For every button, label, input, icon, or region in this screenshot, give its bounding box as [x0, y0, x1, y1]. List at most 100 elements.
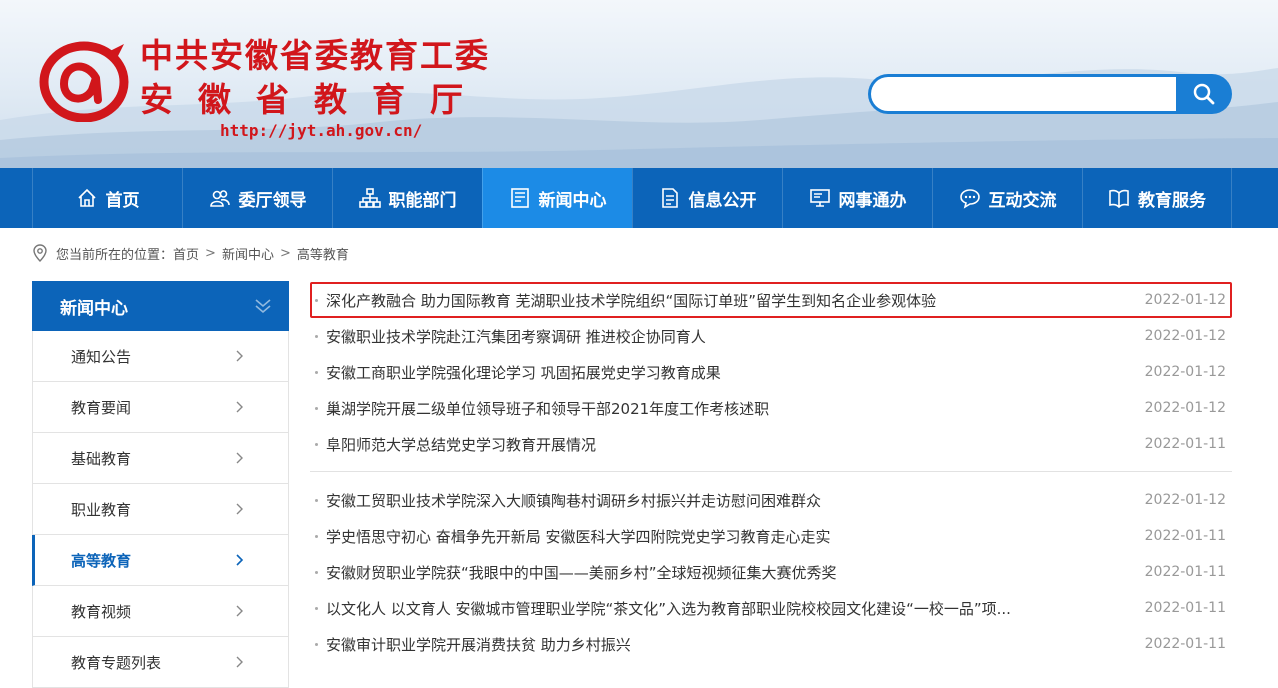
bullet [315, 606, 318, 610]
news-title[interactable]: 深化产教融合 助力国际教育 芜湖职业技术学院组织“国际订单班”留学生到知名企业参… [326, 290, 936, 311]
chevron-right-icon [236, 350, 243, 362]
sidebar-item-label: 通知公告 [71, 347, 132, 366]
sidebar-item-vocational-edu[interactable]: 职业教育 [32, 484, 289, 535]
sidebar-item-label: 高等教育 [71, 551, 132, 570]
list-item[interactable]: 安徽审计职业学院开展消费扶贫 助力乡村振兴 2022-01-11 [310, 626, 1232, 662]
sidebar-item-basic-edu[interactable]: 基础教育 [32, 433, 289, 484]
site-title-line2: 安徽省教育厅 [140, 80, 488, 119]
sidebar-item-label: 教育专题列表 [71, 653, 162, 672]
document-icon [661, 188, 678, 208]
nav-item-edu-service[interactable]: 教育服务 [1082, 168, 1232, 228]
sidebar-item-label: 职业教育 [71, 500, 132, 519]
location-pin-icon [33, 244, 47, 262]
breadcrumb-home[interactable]: 首页 [173, 244, 199, 263]
breadcrumb-news[interactable]: 新闻中心 [222, 244, 274, 263]
bullet [315, 642, 318, 646]
search-box [868, 74, 1232, 114]
chevron-right-icon [236, 656, 243, 668]
news-title[interactable]: 以文化人 以文育人 安徽城市管理职业学院“茶文化”入选为教育部职业院校校园文化建… [326, 598, 1011, 619]
site-header: 中共安徽省委教育工委 安徽省教育厅 http://jyt.ah.gov.cn/ [0, 0, 1278, 168]
sidebar-item-label: 教育视频 [71, 602, 132, 621]
list-item[interactable]: 深化产教融合 助力国际教育 芜湖职业技术学院组织“国际订单班”留学生到知名企业参… [310, 282, 1232, 318]
news-title[interactable]: 安徽职业技术学院赴江汽集团考察调研 推进校企协同育人 [326, 326, 706, 347]
list-divider [310, 471, 1232, 472]
news-date: 2022-01-12 [1144, 400, 1226, 416]
site-title-line1: 中共安徽省委教育工委 [140, 36, 490, 75]
news-date: 2022-01-12 [1144, 492, 1226, 508]
sidebar-item-label: 基础教育 [71, 449, 132, 468]
sidebar-item-edu-video[interactable]: 教育视频 [32, 586, 289, 637]
breadcrumb-current[interactable]: 高等教育 [297, 244, 349, 263]
list-item[interactable]: 安徽工贸职业技术学院深入大顺镇陶巷村调研乡村振兴并走访慰问困难群众 2022-0… [310, 482, 1232, 518]
news-title[interactable]: 安徽审计职业学院开展消费扶贫 助力乡村振兴 [326, 634, 631, 655]
nav-label: 职能部门 [388, 190, 457, 211]
list-item[interactable]: 安徽职业技术学院赴江汽集团考察调研 推进校企协同育人 2022-01-12 [310, 318, 1232, 354]
news-date: 2022-01-12 [1144, 292, 1226, 308]
news-icon [510, 188, 529, 208]
chat-icon [959, 189, 980, 209]
double-chevron-down-icon [255, 299, 271, 314]
search-button[interactable] [1176, 74, 1232, 114]
bullet [315, 534, 318, 538]
news-title[interactable]: 安徽工商职业学院强化理论学习 巩固拓展党史学习教育成果 [326, 362, 721, 383]
org-chart-icon [358, 188, 381, 208]
sidebar-item-notices[interactable]: 通知公告 [32, 331, 289, 382]
main-nav: 首页 委厅领导 职能部门 新闻中心 信息公开 网事通办 互动交流 教育服务 [0, 168, 1278, 228]
site-url: http://jyt.ah.gov.cn/ [220, 121, 423, 140]
breadcrumb-prefix: 您当前所在的位置： [56, 247, 174, 263]
sidebar-item-higher-edu[interactable]: 高等教育 [32, 535, 289, 586]
nav-item-home[interactable]: 首页 [32, 168, 182, 228]
news-title[interactable]: 巢湖学院开展二级单位领导班子和领导干部2021年度工作考核述职 [326, 398, 769, 419]
list-item[interactable]: 学史悟思守初心 奋楫争先开新局 安徽医科大学四附院党史学习教育走心走实 2022… [310, 518, 1232, 554]
bullet [315, 298, 318, 302]
news-title[interactable]: 安徽财贸职业学院获“我眼中的中国——美丽乡村”全球短视频征集大赛优秀奖 [326, 562, 837, 583]
chevron-right-icon [236, 605, 243, 617]
users-icon [209, 190, 230, 207]
chevron-right-icon [236, 401, 243, 413]
nav-label: 首页 [105, 190, 140, 211]
nav-label: 新闻中心 [538, 190, 607, 211]
nav-label: 互动交流 [988, 190, 1057, 211]
bullet [315, 334, 318, 338]
book-icon [1109, 189, 1129, 209]
nav-item-info[interactable]: 信息公开 [632, 168, 782, 228]
nav-item-leaders[interactable]: 委厅领导 [182, 168, 332, 228]
breadcrumb-separator: > [279, 245, 291, 261]
news-title[interactable]: 学史悟思守初心 奋楫争先开新局 安徽医科大学四附院党史学习教育走心走实 [326, 526, 831, 547]
news-date: 2022-01-11 [1144, 436, 1226, 452]
list-item[interactable]: 阜阳师范大学总结党史学习教育开展情况 2022-01-11 [310, 426, 1232, 462]
nav-item-online-service[interactable]: 网事通办 [782, 168, 932, 228]
news-date: 2022-01-11 [1144, 564, 1226, 580]
bullet [315, 570, 318, 574]
chevron-right-icon [236, 503, 243, 515]
nav-label: 信息公开 [688, 190, 757, 211]
news-date: 2022-01-11 [1144, 528, 1226, 544]
search-icon [1193, 83, 1215, 105]
nav-item-departments[interactable]: 职能部门 [332, 168, 482, 228]
chevron-right-icon [236, 452, 243, 464]
bullet [315, 406, 318, 410]
breadcrumb-separator: > [205, 245, 216, 261]
home-icon [77, 188, 96, 207]
sidebar-item-edu-news[interactable]: 教育要闻 [32, 382, 289, 433]
sidebar-heading-label: 新闻中心 [60, 298, 128, 319]
bullet [315, 442, 318, 446]
list-item[interactable]: 安徽工商职业学院强化理论学习 巩固拓展党史学习教育成果 2022-01-12 [310, 354, 1232, 390]
computer-icon [809, 189, 830, 207]
news-date: 2022-01-12 [1144, 328, 1226, 344]
nav-item-interaction[interactable]: 互动交流 [932, 168, 1082, 228]
news-date: 2022-01-12 [1144, 364, 1226, 380]
list-item[interactable]: 巢湖学院开展二级单位领导班子和领导干部2021年度工作考核述职 2022-01-… [310, 390, 1232, 426]
bullet [315, 498, 318, 502]
news-list: 深化产教融合 助力国际教育 芜湖职业技术学院组织“国际订单班”留学生到知名企业参… [310, 282, 1232, 662]
news-title[interactable]: 阜阳师范大学总结党史学习教育开展情况 [326, 434, 596, 455]
list-item[interactable]: 安徽财贸职业学院获“我眼中的中国——美丽乡村”全球短视频征集大赛优秀奖 2022… [310, 554, 1232, 590]
sidebar-item-label: 教育要闻 [71, 398, 132, 417]
list-item[interactable]: 以文化人 以文育人 安徽城市管理职业学院“茶文化”入选为教育部职业院校校园文化建… [310, 590, 1232, 626]
nav-label: 委厅领导 [238, 190, 307, 211]
nav-item-news[interactable]: 新闻中心 [482, 168, 632, 228]
search-input[interactable] [868, 74, 1180, 114]
news-title[interactable]: 安徽工贸职业技术学院深入大顺镇陶巷村调研乡村振兴并走访慰问困难群众 [326, 490, 821, 511]
sidebar-item-edu-topics[interactable]: 教育专题列表 [32, 637, 289, 688]
news-date: 2022-01-11 [1144, 600, 1226, 616]
